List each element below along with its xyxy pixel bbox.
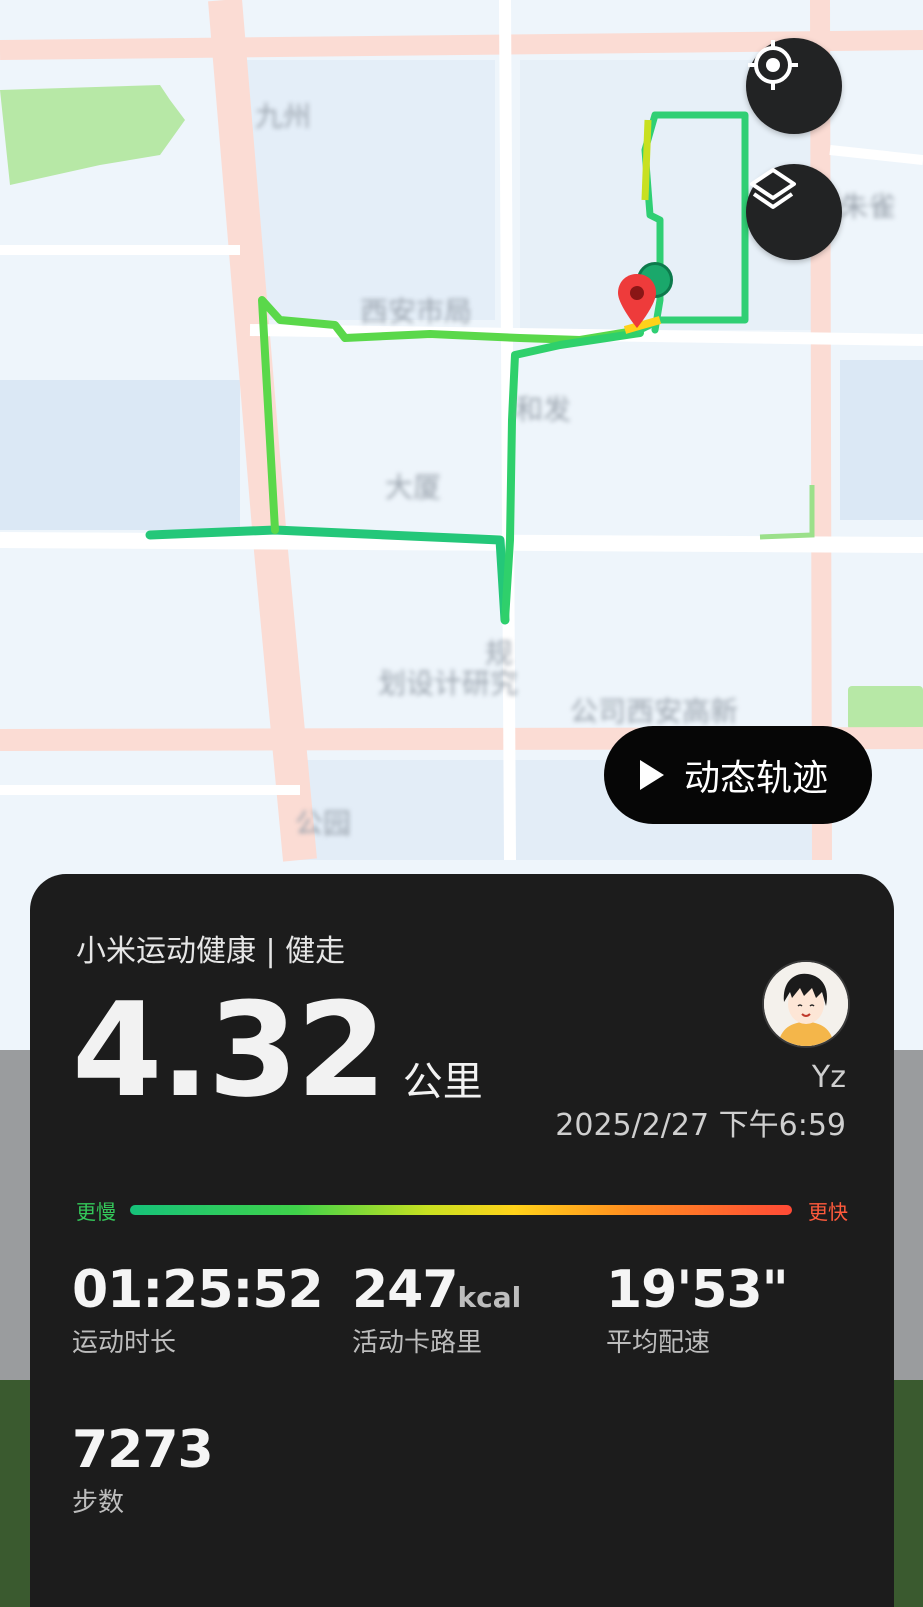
stat-label: 步数	[72, 1488, 125, 1518]
card-title: 小米运动健康 | 健走	[76, 934, 346, 969]
map-label: 公园	[295, 807, 352, 840]
stat-avg-pace: 19'53" 平均配速	[606, 1260, 789, 1359]
dynamic-track-label: 动态轨迹	[684, 758, 829, 799]
map-label: 西安市局	[360, 295, 473, 328]
stat-label: 运动时长	[72, 1328, 177, 1358]
stat-unit: kcal	[457, 1281, 522, 1314]
pace-slow-label: 更慢	[76, 1200, 116, 1224]
pace-fast-label: 更快	[808, 1200, 848, 1224]
locate-button[interactable]	[746, 38, 842, 134]
stat-duration: 01:25:52 运动时长	[72, 1260, 324, 1359]
avatar-image	[764, 962, 848, 1046]
map-label: 九州	[255, 100, 312, 133]
workout-datetime: 2025/2/27 下午6:59	[555, 1108, 846, 1143]
map-label: 朱雀	[840, 190, 897, 223]
user-name: Yz	[811, 1060, 846, 1095]
stat-label: 活动卡路里	[352, 1328, 483, 1358]
map-label: 划设计研究	[378, 667, 519, 700]
stat-value: 247	[352, 1260, 459, 1320]
stat-calories: 247kcal 活动卡路里	[352, 1260, 521, 1359]
play-icon	[640, 760, 664, 790]
workout-summary-card: 小米运动健康 | 健走 4.32 公里 Yz 2025/2/27 下午6:59 …	[30, 874, 894, 1607]
stat-value: 01:25:52	[72, 1260, 324, 1320]
distance-value: 4.32	[72, 974, 387, 1126]
layers-icon	[750, 168, 796, 209]
stat-label: 平均配速	[606, 1328, 711, 1358]
pace-gradient-bar	[130, 1205, 792, 1215]
stat-steps: 7273 步数	[72, 1420, 214, 1519]
layers-button[interactable]	[746, 164, 842, 260]
map-label: 公司西安高新	[570, 695, 739, 728]
stat-value: 19'53"	[606, 1260, 789, 1320]
map-label: 和发	[515, 393, 572, 426]
map-label: 大厦	[385, 471, 442, 504]
stat-value: 7273	[72, 1420, 214, 1480]
avatar[interactable]	[762, 960, 850, 1048]
distance: 4.32 公里	[72, 974, 483, 1126]
distance-unit: 公里	[402, 1059, 483, 1105]
dynamic-track-button[interactable]: 动态轨迹	[604, 726, 872, 824]
locate-icon	[748, 40, 798, 90]
